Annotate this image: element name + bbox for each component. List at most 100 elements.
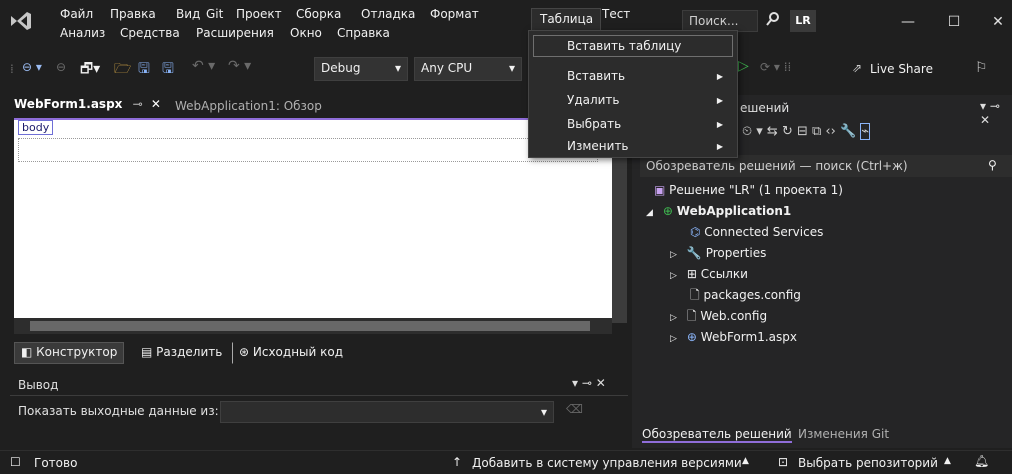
- split-label: Разделить: [156, 345, 223, 359]
- body-element-outline[interactable]: [18, 138, 598, 162]
- menu-build[interactable]: Сборка: [296, 7, 341, 21]
- arrow-up-icon: ↑: [452, 455, 463, 469]
- open-folder-icon[interactable]: 🗁: [114, 58, 131, 82]
- menu-item-select[interactable]: Выбрать: [567, 117, 621, 131]
- menu-extensions[interactable]: Расширения: [196, 26, 274, 40]
- platform-dropdown[interactable]: Any CPU ▾: [414, 57, 522, 81]
- search-input[interactable]: Поиск...: [682, 10, 758, 32]
- tree-references[interactable]: ▷ ⊞ Ссылки: [670, 264, 748, 285]
- scroll-thumb[interactable]: [30, 321, 590, 331]
- tree-webform1[interactable]: ▷ ⊕ WebForm1.aspx: [670, 327, 797, 348]
- chevron-down-icon: ▾: [540, 405, 547, 419]
- search-icon[interactable]: ⚲: [988, 158, 997, 172]
- menu-analyze[interactable]: Анализ: [60, 26, 105, 40]
- config-dropdown[interactable]: Debug ▾: [314, 57, 408, 81]
- hot-reload-icon[interactable]: ⟳ ▾ ⁞⁞: [760, 60, 791, 74]
- config-file-icon: 🗋: [690, 288, 704, 302]
- menu-item-delete[interactable]: Удалить: [567, 93, 620, 107]
- add-to-source-control[interactable]: Добавить в систему управления версиями: [472, 456, 742, 470]
- expand-icon[interactable]: ▷: [670, 313, 677, 323]
- web-project-icon: ⊕: [662, 204, 677, 218]
- back-icon[interactable]: ⊖ ▾: [22, 60, 42, 74]
- undo-icon[interactable]: ↶ ▾: [192, 58, 215, 74]
- collapse-icon[interactable]: ◢: [646, 208, 653, 218]
- menu-edit[interactable]: Правка: [110, 7, 156, 21]
- menu-window[interactable]: Окно: [290, 26, 322, 40]
- tab-git-changes[interactable]: Изменения Git: [798, 427, 889, 441]
- submenu-arrow-icon: ▶: [716, 96, 723, 105]
- repository-icon: ⊡: [778, 455, 789, 469]
- view-switcher: ◧ Конструктор ▤ Разделить ⊛ Исходный код: [14, 342, 626, 364]
- chevron-down-icon: ▾: [394, 61, 401, 75]
- tree-web-config[interactable]: ▷ 🗋 Web.config: [670, 306, 767, 327]
- minimize-icon[interactable]: —: [888, 4, 928, 40]
- submenu-arrow-icon: ▶: [716, 120, 723, 129]
- live-share-button[interactable]: Live Share: [870, 62, 933, 76]
- caret-up-icon: ▲: [944, 456, 951, 466]
- menu-debug[interactable]: Отладка: [361, 7, 415, 21]
- menu-view[interactable]: Вид: [176, 7, 200, 21]
- close-tab-icon[interactable]: ✕: [151, 97, 161, 111]
- menu-format[interactable]: Формат: [430, 7, 479, 21]
- body-tag-label[interactable]: body: [18, 120, 54, 135]
- menu-item-modify[interactable]: Изменить: [567, 139, 629, 153]
- menu-test[interactable]: Тест: [602, 7, 630, 21]
- maximize-icon[interactable]: ☐: [934, 4, 974, 40]
- designer-view-button[interactable]: ◧ Конструктор: [14, 342, 125, 364]
- menu-help[interactable]: Справка: [337, 26, 390, 40]
- split-icon: ▤: [141, 345, 157, 359]
- se-pane-controls[interactable]: ▾ ⊸ ✕: [980, 99, 1012, 127]
- wrench-icon: 🔧: [686, 246, 706, 260]
- expand-icon[interactable]: ▷: [670, 250, 677, 260]
- tree-solution[interactable]: ▣ Решение "LR" (1 проекта 1): [654, 180, 843, 201]
- notifications-icon[interactable]: 🔔︎: [974, 454, 989, 468]
- source-view-button[interactable]: ⊛ Исходный код: [232, 342, 350, 364]
- design-surface[interactable]: body: [14, 118, 612, 318]
- close-icon[interactable]: ✕: [978, 4, 1012, 40]
- start-icon[interactable]: ▷: [738, 58, 749, 74]
- se-toolbar-icons[interactable]: ⏲ ▾ ⇆ ↻ ⊟ ⧉ ‹› 🔧 ⌁: [742, 123, 871, 140]
- pin-icon[interactable]: ⊸: [133, 97, 143, 111]
- save-all-icon[interactable]: 🖫: [162, 58, 174, 82]
- tree-label: packages.config: [703, 288, 801, 302]
- menu-project[interactable]: Проект: [236, 7, 282, 21]
- tree-label: WebApplication1: [676, 204, 792, 218]
- output-source-select[interactable]: ▾: [220, 401, 554, 423]
- se-footer-tabs: Обозреватель решений Изменения Git: [632, 422, 1012, 448]
- menu-item-insert[interactable]: Вставить: [567, 69, 625, 83]
- status-window-icon[interactable]: ☐: [10, 455, 21, 469]
- user-avatar[interactable]: LR: [790, 10, 816, 32]
- clear-output-icon[interactable]: ⌫: [566, 402, 583, 416]
- expand-icon[interactable]: ▷: [670, 334, 677, 344]
- select-repository[interactable]: Выбрать репозиторий: [798, 456, 938, 470]
- expand-icon[interactable]: ▷: [670, 271, 677, 281]
- search-icon[interactable]: [765, 11, 781, 27]
- forward-icon[interactable]: ⊖: [56, 60, 66, 74]
- designer-icon: ◧: [21, 345, 37, 359]
- tab-solution-explorer[interactable]: Обозреватель решений: [642, 427, 792, 443]
- output-pane-controls[interactable]: ▾ ⊸ ✕: [572, 376, 606, 390]
- tab-webform1[interactable]: WebForm1.aspx ⊸ ✕: [14, 97, 161, 118]
- solution-search-input[interactable]: Обозреватель решений — поиск (Ctrl+ж): [640, 155, 1012, 177]
- menu-item-insert-table[interactable]: Вставить таблицу: [567, 39, 681, 53]
- menu-table[interactable]: Таблица: [531, 8, 601, 32]
- horizontal-scrollbar[interactable]: [14, 318, 612, 334]
- tree-connected-services[interactable]: ⌬ Connected Services: [690, 222, 823, 243]
- submenu-arrow-icon: ▶: [716, 142, 723, 151]
- save-icon[interactable]: 🖫: [138, 58, 150, 82]
- split-view-button[interactable]: ▤ Разделить: [134, 342, 229, 364]
- feedback-icon[interactable]: ⚐: [975, 60, 988, 76]
- solution-icon: ▣: [654, 183, 670, 197]
- menu-file[interactable]: Файл: [60, 7, 93, 21]
- tab-webapplication1-overview[interactable]: WebApplication1: Обзор: [175, 99, 322, 113]
- tree-packages-config[interactable]: 🗋 packages.config: [690, 285, 801, 306]
- visual-studio-logo-icon: [8, 8, 34, 34]
- menu-tools[interactable]: Средства: [120, 26, 180, 40]
- live-share-icon[interactable]: ⇗: [852, 61, 862, 75]
- menu-git[interactable]: Git: [206, 7, 223, 21]
- tree-properties[interactable]: ▷ 🔧 Properties: [670, 243, 766, 264]
- connected-services-icon: ⌬: [690, 225, 705, 239]
- tree-project[interactable]: ◢ ⊕ WebApplication1: [646, 201, 791, 222]
- new-item-icon[interactable]: 🗗▾: [80, 58, 100, 82]
- redo-icon[interactable]: ↷ ▾: [228, 58, 251, 74]
